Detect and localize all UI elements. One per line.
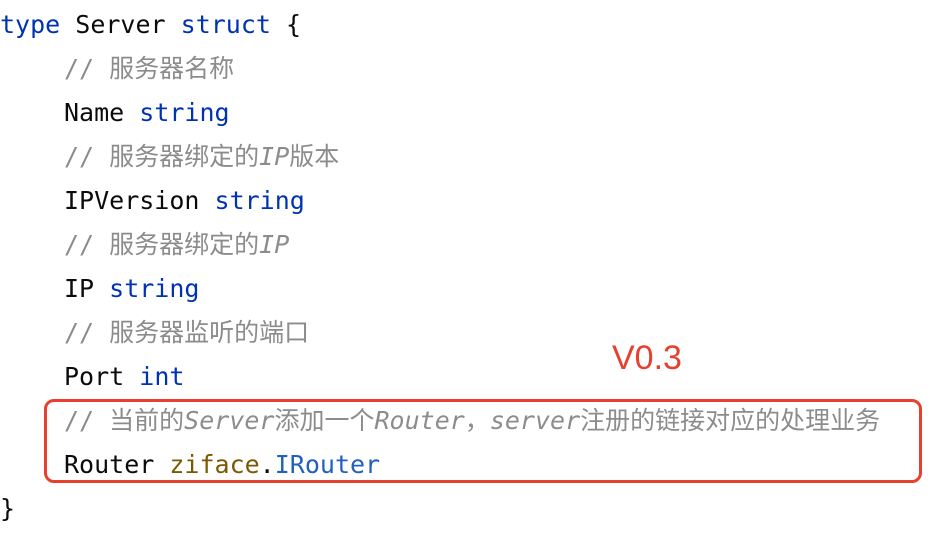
code-line-6: // 服务器绑定的IP — [0, 223, 289, 267]
comment-port: // 服务器监听的端口 — [64, 318, 310, 347]
code-line-7: IP string — [0, 267, 199, 311]
struct-name: Server — [60, 10, 181, 39]
comment-server-name: // 服务器名称 — [64, 54, 235, 83]
type-string: string — [109, 274, 200, 303]
comment-text: // 服务器绑定的 — [64, 230, 260, 259]
code-line-1: type Server struct { — [0, 3, 301, 47]
field-name: Name — [64, 98, 140, 127]
type-int: int — [139, 362, 185, 391]
code-line-3: Name string — [0, 91, 230, 135]
code-line-2: // 服务器名称 — [0, 47, 234, 91]
comment-text: // 服务器绑定的 — [64, 142, 260, 171]
comment-italic-text: IP — [259, 142, 290, 171]
field-ipversion: IPVersion — [64, 186, 215, 215]
type-string: string — [214, 186, 305, 215]
version-label: V0.3 — [612, 339, 682, 377]
open-brace: { — [270, 10, 302, 39]
code-line-9: Port int — [0, 355, 184, 399]
code-line-5: IPVersion string — [0, 179, 305, 223]
keyword-struct: struct — [180, 10, 271, 39]
comment-ip-version: // 服务器绑定的IP版本 — [64, 142, 339, 171]
code-line-8: // 服务器监听的端口 — [0, 311, 309, 355]
type-string: string — [139, 98, 230, 127]
comment-text: 版本 — [289, 142, 340, 171]
field-ip: IP — [64, 274, 110, 303]
code-line-12: } — [0, 487, 15, 531]
field-port: Port — [64, 362, 140, 391]
comment-italic-text: IP — [259, 230, 290, 259]
close-brace: } — [0, 494, 16, 523]
keyword-type: type — [0, 10, 61, 39]
comment-ip: // 服务器绑定的IP — [64, 230, 289, 259]
highlight-annotation-box — [44, 399, 922, 483]
code-line-4: // 服务器绑定的IP版本 — [0, 135, 339, 179]
